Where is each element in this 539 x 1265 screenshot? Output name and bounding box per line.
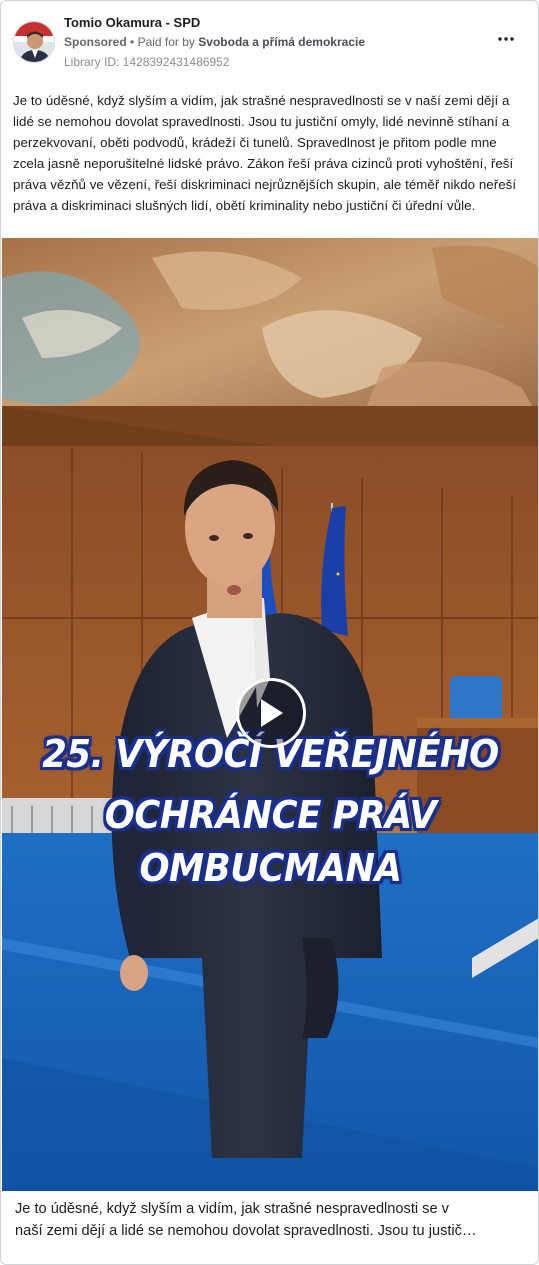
post-header: Tomio Okamura - SPD Sponsored • Paid for… (13, 13, 528, 73)
caption-line-1: Je to úděsné, když slyším a vidím, jak s… (15, 1201, 449, 1217)
play-button[interactable] (236, 678, 306, 748)
sponsored-line: Sponsored • Paid for by Svoboda a přímá … (64, 35, 365, 49)
play-icon (261, 699, 283, 727)
caption-line-2: naší zemi dějí a lidé se nemohou dovolat… (15, 1223, 477, 1239)
video-caption: Je to úděsné, když slyším a vidím, jak s… (15, 1198, 527, 1242)
video-overlay-line-2: OCHRÁNCE PRÁV (104, 793, 437, 837)
page-name[interactable]: Tomio Okamura - SPD (64, 15, 200, 30)
library-id: Library ID: 1428392431486952 (64, 55, 230, 69)
more-horizontal-icon (498, 37, 514, 41)
ad-card: Tomio Okamura - SPD Sponsored • Paid for… (0, 0, 539, 1265)
avatar[interactable] (13, 21, 55, 63)
video-player[interactable]: 25. VÝROČÍ VEŘEJNÉHO OCHRÁNCE PRÁV OMBUC… (2, 238, 538, 1191)
sponsored-label: Sponsored (64, 35, 127, 49)
paid-for-prefix: Paid for by (137, 35, 195, 49)
more-options-button[interactable] (492, 27, 520, 51)
video-overlay-line-3: OMBUCMANA (139, 846, 402, 890)
paid-for-by-link[interactable]: Svoboda a přímá demokracie (198, 35, 365, 49)
separator: • (130, 35, 135, 49)
avatar-image (14, 22, 54, 62)
ad-body-text: Je to úděsné, když slyším a vidím, jak s… (13, 93, 517, 213)
